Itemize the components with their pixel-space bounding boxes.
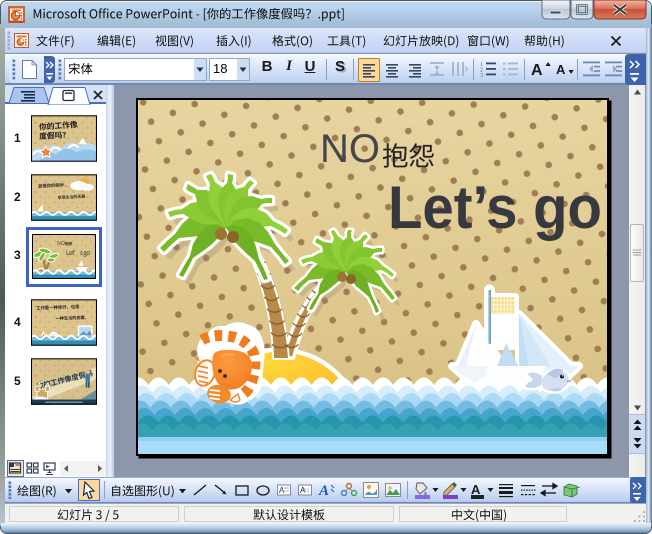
svg-text:A: A (471, 482, 481, 497)
svg-text:Let’s go: Let’s go (388, 174, 602, 241)
svg-text:A: A (279, 486, 285, 495)
svg-text:NO: NO (320, 127, 380, 171)
svg-text:A: A (531, 62, 543, 79)
svg-text:A: A (318, 483, 329, 499)
svg-text:3: 3 (480, 73, 483, 78)
svg-text:A: A (556, 62, 566, 77)
